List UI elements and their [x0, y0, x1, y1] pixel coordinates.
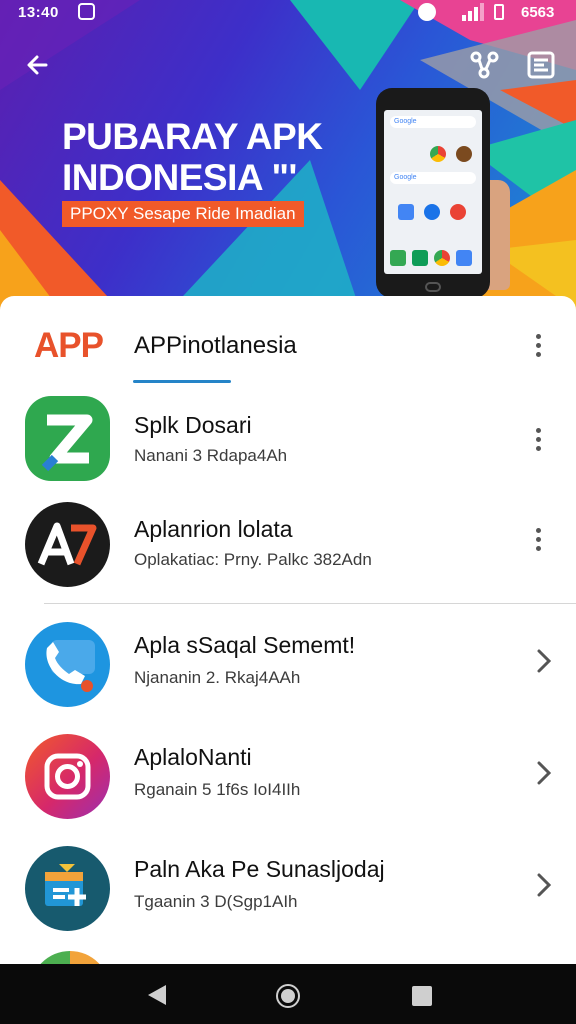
app-title: Splk Dosari	[134, 412, 252, 438]
phone-app-icon	[398, 204, 414, 220]
hero-title: PUBARAY APK INDONESIA "'	[62, 116, 323, 199]
list-item[interactable]: Aplanrion lolata Oplakatiac: Prny. Palkc…	[0, 496, 576, 606]
list-item[interactable]: Paln Aka Pe Sunasljodaj Tgaanin 3 D(Sgp1…	[0, 840, 576, 950]
section-divider	[44, 603, 576, 604]
alarm-icon	[418, 3, 436, 21]
nav-recents-icon[interactable]	[412, 986, 432, 1006]
nav-home-icon[interactable]	[276, 984, 300, 1008]
phone-app-icon	[456, 146, 472, 162]
more-options-icon[interactable]	[528, 428, 548, 456]
list-header: APP APPinotlanesia	[0, 296, 576, 396]
phone-call-icon	[25, 622, 110, 707]
calendar-plus-icon	[25, 846, 110, 931]
phone-home-button	[425, 282, 441, 292]
chevron-right-icon[interactable]	[534, 760, 554, 786]
phone-screen: Google Google	[384, 110, 482, 274]
nav-back-icon[interactable]	[146, 984, 168, 1006]
active-tab-indicator	[133, 380, 231, 383]
status-bar: 13:40 6563	[0, 0, 576, 26]
app-list-sheet: APP APPinotlanesia Splk Dosari Nanani 3 …	[0, 296, 576, 964]
header-title: APPinotlanesia	[134, 332, 297, 359]
instagram-camera-icon	[25, 734, 110, 819]
hero-tagline: PPOXY Sesape Ride Imadian	[62, 201, 304, 227]
phone-app-icon	[390, 250, 406, 266]
phone-app-icon	[434, 250, 450, 266]
hero-banner: 13:40 6563 PUBARAY APK INDONESIA "' PPOX…	[0, 0, 576, 310]
share-icon[interactable]	[466, 48, 502, 82]
notification-icon	[78, 3, 95, 20]
app-subtitle: Njananin 2. Rkaj4AAh	[134, 668, 301, 687]
app-logo: APP	[34, 326, 104, 365]
phone-app-icon	[424, 204, 440, 220]
chevron-right-icon[interactable]	[534, 648, 554, 674]
green-z-icon	[25, 396, 110, 481]
app-subtitle: Nanani 3 Rdapa4Ah	[134, 446, 288, 465]
app-subtitle: Oplakatiac: Prny. Palkc 382Adn	[134, 550, 372, 569]
a7-logo-icon	[25, 502, 110, 587]
more-options-icon[interactable]	[528, 528, 548, 556]
app-title: Apla sSaqal Sememt!	[134, 632, 356, 658]
list-item[interactable]: AplaloNanti Rganain 5 1f6s IoI4IIh	[0, 728, 576, 838]
phone-app-icon	[430, 146, 446, 162]
battery-icon	[494, 4, 504, 20]
phone-app-icon	[456, 250, 472, 266]
list-item[interactable]: Splk Dosari Nanani 3 Rdapa4Ah	[0, 392, 576, 502]
list-item[interactable]: Apla sSaqal Sememt! Njananin 2. Rkaj4AAh	[0, 616, 576, 726]
phone-search-bar: Google	[390, 116, 476, 128]
chevron-right-icon[interactable]	[534, 872, 554, 898]
status-time: 13:40	[18, 4, 59, 21]
phone-search-bar: Google	[390, 172, 476, 184]
battery-level-text: 6563	[521, 4, 555, 21]
phone-mockup: Google Google	[376, 88, 490, 298]
phone-app-icon	[450, 204, 466, 220]
list-menu-icon[interactable]	[524, 48, 558, 82]
app-title: AplaloNanti	[134, 744, 252, 770]
app-title: Paln Aka Pe Sunasljodaj	[134, 856, 385, 882]
app-title: Aplanrion lolata	[134, 516, 293, 542]
app-subtitle: Rganain 5 1f6s IoI4IIh	[134, 780, 301, 799]
system-navigation-bar	[0, 964, 576, 1024]
phone-app-icon	[412, 250, 428, 266]
signal-icon	[462, 3, 484, 21]
more-options-icon[interactable]	[528, 334, 548, 362]
partial-app-icon	[30, 951, 110, 964]
back-arrow-icon[interactable]	[22, 48, 56, 82]
app-subtitle: Tgaanin 3 D(Sgp1AIh	[134, 892, 298, 911]
